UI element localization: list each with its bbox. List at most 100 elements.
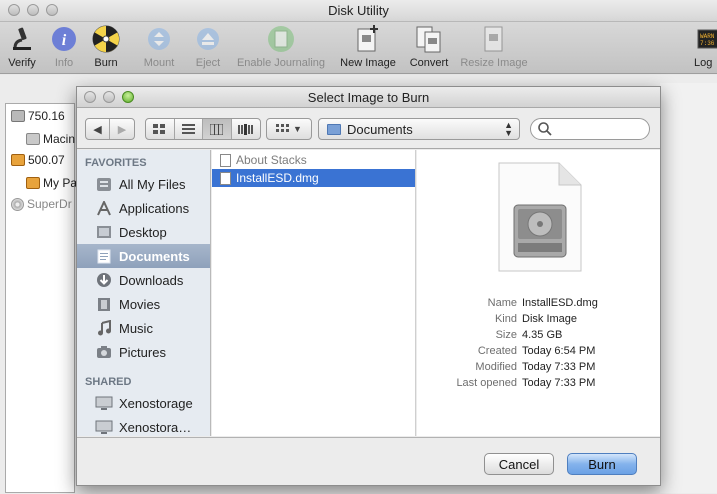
- arrange-icon: [276, 123, 290, 132]
- sidebar-item-all-my-files[interactable]: All My Files: [77, 172, 210, 196]
- disk-image-file-icon: [220, 171, 231, 185]
- burn-icon: [92, 25, 120, 53]
- new-image-icon: [354, 25, 382, 53]
- volume-item[interactable]: Macin: [26, 132, 75, 146]
- mount-button[interactable]: Mount: [138, 22, 180, 69]
- sidebar-item-xenostorage[interactable]: Xenostorage: [77, 391, 210, 415]
- music-icon: [95, 320, 113, 336]
- movies-icon: [95, 296, 113, 312]
- svg-text:WARN: WARN: [700, 33, 715, 40]
- preview-name-label: Name: [487, 297, 517, 309]
- preview-modified-label: Modified: [475, 361, 517, 373]
- sidebar: FAVORITES All My Files Applications Desk…: [77, 150, 211, 436]
- sidebar-item-desktop[interactable]: Desktop: [77, 220, 210, 244]
- sheet-titlebar: Select Image to Burn: [77, 87, 660, 108]
- updown-arrows-icon: ▲ ▼: [504, 120, 513, 138]
- applications-icon: [95, 200, 113, 216]
- external-disk-icon: [11, 154, 25, 166]
- preview-created-label: Created: [477, 345, 517, 357]
- sheet-title: Select Image to Burn: [307, 90, 430, 105]
- disk-image-preview-icon: [497, 161, 583, 276]
- journal-icon: [267, 25, 295, 53]
- preview-modified-value: Today 7:33 PM: [522, 361, 596, 373]
- resize-image-icon: [480, 25, 508, 53]
- enable-journaling-button[interactable]: Enable Journaling: [233, 22, 329, 69]
- external-disk-icon: [26, 177, 40, 189]
- network-computer-icon: [95, 395, 113, 411]
- log-button[interactable]: WARN 7:36 Log: [694, 22, 717, 69]
- preview-last-opened-value: Today 7:33 PM: [522, 377, 596, 389]
- resize-image-button[interactable]: Resize Image: [457, 22, 531, 69]
- search-field[interactable]: [530, 118, 650, 140]
- back-button[interactable]: ◀: [86, 119, 110, 139]
- optical-drive-icon: [11, 197, 24, 211]
- file-row[interactable]: About Stacks: [212, 151, 415, 169]
- window-title: Disk Utility: [328, 3, 389, 18]
- list-view-icon: [181, 123, 195, 134]
- volume-item[interactable]: SuperDr: [11, 197, 72, 211]
- preview-size-label: Size: [495, 329, 517, 341]
- convert-button[interactable]: Convert: [406, 22, 452, 69]
- convert-icon: [415, 25, 443, 53]
- coverflow-view-button[interactable]: [232, 119, 260, 139]
- back-forward-control: ◀ ▶: [85, 118, 135, 140]
- desktop-icon: [95, 224, 113, 240]
- verify-button[interactable]: Verify: [2, 22, 42, 69]
- log-icon: WARN 7:36: [695, 25, 717, 53]
- forward-button[interactable]: ▶: [110, 119, 134, 139]
- search-input[interactable]: [555, 121, 643, 137]
- volume-item[interactable]: 500.07: [11, 153, 65, 167]
- burn-confirm-button[interactable]: Burn: [567, 453, 637, 475]
- sidebar-item-xenostorage-2[interactable]: Xenostora…: [77, 415, 210, 439]
- location-popup[interactable]: Documents ▲ ▼: [318, 118, 520, 140]
- mount-icon: [145, 25, 173, 53]
- icon-view-icon: [153, 123, 166, 134]
- column-view-icon: [210, 123, 224, 135]
- sidebar-item-downloads[interactable]: Downloads: [77, 268, 210, 292]
- documents-icon: [95, 248, 113, 264]
- preview-kind-label: Kind: [494, 313, 517, 325]
- preview-size-value: 4.35 GB: [522, 329, 563, 341]
- svg-text:7:36: 7:36: [700, 40, 715, 47]
- network-computer-icon: [95, 419, 113, 435]
- sidebar-item-pictures[interactable]: Pictures: [77, 340, 210, 364]
- preview-kind-value: Disk Image: [522, 313, 578, 325]
- preview-created-value: Today 6:54 PM: [522, 345, 596, 357]
- arrange-menu-button[interactable]: ▼: [266, 118, 312, 140]
- new-image-button[interactable]: New Image: [337, 22, 399, 69]
- pictures-icon: [95, 344, 113, 360]
- file-row[interactable]: InstallESD.dmg: [212, 169, 415, 187]
- view-mode-control: [145, 118, 261, 140]
- icon-view-button[interactable]: [146, 119, 175, 139]
- all-files-icon: [95, 176, 113, 192]
- chevron-down-icon: ▼: [293, 124, 302, 134]
- coverflow-view-icon: [238, 123, 254, 135]
- location-label: Documents: [347, 121, 413, 137]
- sidebar-item-documents[interactable]: Documents: [77, 244, 210, 268]
- info-icon: i: [50, 25, 78, 53]
- info-button[interactable]: i Info: [46, 22, 82, 69]
- main-detail-area: [660, 83, 717, 493]
- main-toolbar: Verify i Info Burn Mount Eject Enable Jo…: [0, 22, 717, 74]
- burn-button[interactable]: Burn: [89, 22, 123, 69]
- volume-item[interactable]: My Pa: [26, 176, 77, 190]
- preview-pane: Name InstallESD.dmg Kind Disk Image Size…: [417, 150, 660, 436]
- eject-button[interactable]: Eject: [189, 22, 227, 69]
- column-view-button[interactable]: [203, 119, 232, 139]
- volume-list[interactable]: 750.16 Macin 500.07 My Pa SuperDr: [5, 103, 77, 493]
- sidebar-item-music[interactable]: Music: [77, 316, 210, 340]
- preview-last-opened-label: Last opened: [456, 377, 517, 389]
- volume-item[interactable]: 750.16: [11, 109, 65, 123]
- search-icon: [538, 122, 552, 136]
- main-titlebar: Disk Utility: [0, 0, 717, 22]
- file-column: About Stacks InstallESD.dmg: [212, 150, 416, 436]
- hard-disk-icon: [26, 133, 40, 145]
- select-image-sheet: Select Image to Burn ◀ ▶ ▼ Documents ▲ ▼…: [76, 86, 661, 486]
- svg-text:i: i: [62, 32, 67, 49]
- list-view-button[interactable]: [175, 119, 203, 139]
- hard-disk-icon: [11, 110, 25, 122]
- cancel-button[interactable]: Cancel: [484, 453, 554, 475]
- sidebar-item-applications[interactable]: Applications: [77, 196, 210, 220]
- sidebar-item-movies[interactable]: Movies: [77, 292, 210, 316]
- document-icon: [220, 153, 231, 167]
